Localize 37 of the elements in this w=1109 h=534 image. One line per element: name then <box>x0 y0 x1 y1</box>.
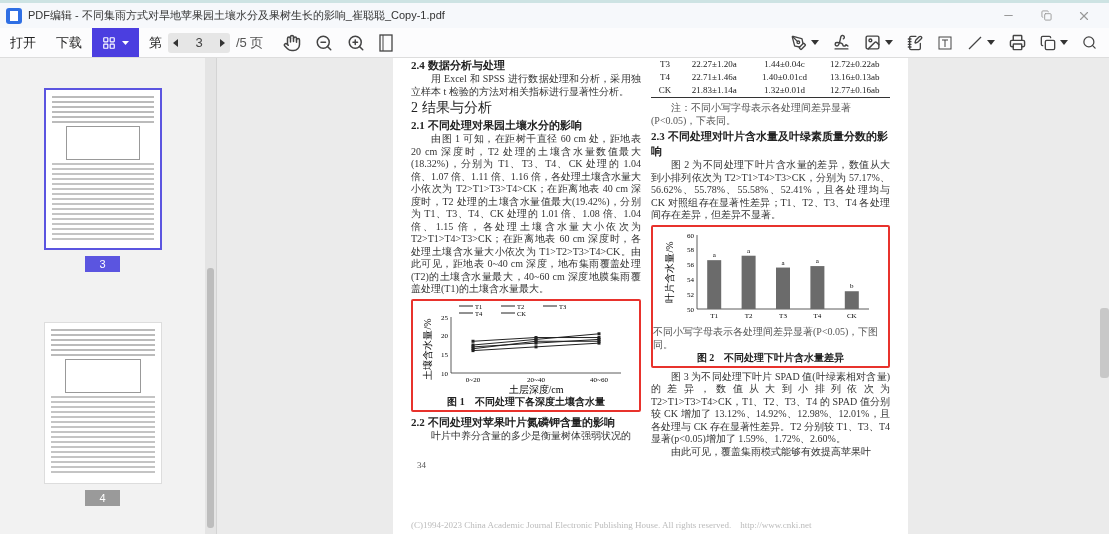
paragraph: 叶片中养分含量的多少是衡量树体强弱状况的 <box>430 429 632 442</box>
table-cell-text: 13.16±0.13ab <box>829 71 881 84</box>
axis-title: 土壤含水量/% <box>422 317 433 380</box>
copyright-footer: (C)1994-2023 China Academic Journal Electronic Publishing House. All rights reserved. http://www.cnki.net <box>411 520 890 531</box>
paragraph: 由图 1 可知，在距树干直径 60 cm 处，距地表 20 cm 深度时，T2 处理的土壤含水量数值最大(18.32%)，分别为 T1、T3、T4、CK 处理的 1.04 倍、1.07 倍、1.11 倍、1.16 倍，各处理土壤含水量大小依次为 T2>T1>T3>T4>CK；在距离地表 40 cm 深度时，T2 处理的土壤含水量值最大(19.42%)，分别为 T1、T3、T4、CK 处理的 1.01 倍、1.08 倍、1.04 倍、1.15 倍，各处理土壤含水量大小依次为 T2>T1>T4>T3>CK；在距离地表 60 cm 深度时，各处理土壤含水量大小依次为 T1>T2>T3>T4>CK。由此可见，距地表 0~40 cm 深度，地布集雨覆盖处理(T2)的土壤含水量最大，40~60 cm 深度地膜集雨覆盖处理(T1)的土壤含水量最大。 <box>411 133 641 296</box>
figure-note: 不同小写字母表示各处理间差异显著(P<0.05)，下图同。 <box>653 324 880 351</box>
page-number-badge: 4 <box>85 490 120 506</box>
paragraph: 图 2 为不同处理下叶片含水量的差异，数值从大到小排列依次为 T2>T1>T4>T3>CK，分别为 57.17%、56.62%、55.78%、55.58%、52.41%，且各处理均与 CK 对照组存在显著性差异；T1、T2、T3、T4 各处理间存在差异，但差异不显著。 <box>651 159 890 222</box>
paragraph: 由此可见，覆盖集雨模式能够有效提高苹果叶 <box>670 445 872 458</box>
subsection-heading: 2.3 不同处理对叶片含水量及叶绿素质量分数的影响 <box>651 129 889 159</box>
table-cell-text: T4 <box>659 71 671 84</box>
table-cell-text: 1.32±0.01d <box>763 84 806 97</box>
window-title: PDF编辑 - 不同集雨方式对旱地苹果园土壤水分及果树生长的影响_崔聪聪_Copy-1.pdf <box>28 8 445 24</box>
table-cell-text: 12.72±0.22ab <box>829 58 881 71</box>
table-cell-text: 12.77±0.16ab <box>829 84 881 97</box>
paragraph: 用 Excel 和 SPSS 进行数据处理和分析，采用独立样本 t 检验的方法对相关指标进行显著性分析。 <box>411 73 641 98</box>
page-label: 第 <box>149 33 162 52</box>
subsection-heading: 2.2 不同处理对苹果叶片氮磷钾含量的影响 <box>411 414 616 430</box>
page-number: 34 <box>417 460 427 471</box>
table-cell-text: 1.40±0.01cd <box>761 71 808 84</box>
table-cell-text: 22.71±1.46a <box>690 71 738 84</box>
table-note: 注：不同小写字母表示各处理间差异显著(P<0.05)，下表同。 <box>651 102 852 127</box>
figure-caption: 图 1 不同处理下各深度土壤含水量 <box>447 394 605 408</box>
subsection-heading: 2.4 数据分析与处理 <box>411 58 506 73</box>
section-heading: 2 结果与分析 <box>411 99 493 117</box>
subsection-heading: 2.1 不同处理对果园土壤水分的影响 <box>411 118 583 133</box>
table-cell-text: 21.83±1.14a <box>690 84 738 97</box>
table-cell-text: 22.27±1.20a <box>690 58 738 71</box>
figure-caption: 图 2 不同处理下叶片含水量差异 <box>696 350 845 364</box>
page-total: /5 页 <box>236 33 264 52</box>
table-cell-text: CK <box>657 84 673 97</box>
page-number-badge: 3 <box>85 256 120 272</box>
table-cell-text: 1.44±0.04c <box>763 58 806 71</box>
axis-title: 叶片含水量/% <box>664 240 675 303</box>
table-cell-text: T3 <box>659 58 671 71</box>
axis-title: 土层深度/cm <box>508 383 564 395</box>
paragraph: 图 3 为不同处理下叶片 SPAD 值(叶绿素相对含量)的差异，数值从大到小排列依次为 T2>T1>T3>T4>CK，T1、T2、T3、T4 的 SPAD 值分别较 CK 增加了 13.12%、14.92%、12.98%、12.01%，且各处理与 CK 存在显著性差异。T2 分别较 T1、T3、T4 显著(p<0.05)增加了 1.59%、1.72%、2.60%。 <box>651 370 890 446</box>
